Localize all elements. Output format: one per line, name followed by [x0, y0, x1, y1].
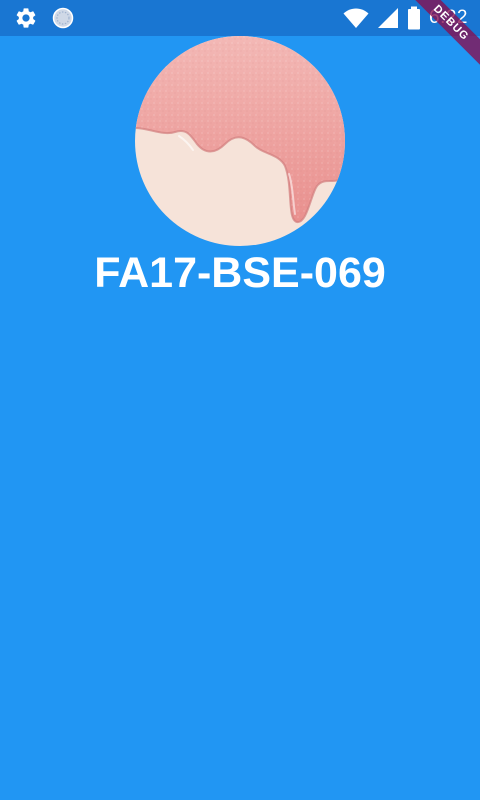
avatar-image [135, 36, 345, 246]
signal-icon [377, 7, 399, 29]
sync-indicator-icon [51, 6, 75, 30]
status-time: 6:22 [429, 7, 468, 28]
wifi-icon [343, 7, 369, 29]
status-bar-left [14, 6, 75, 30]
battery-icon [407, 6, 421, 30]
settings-gear-icon [14, 6, 38, 30]
profile-name: FA17-BSE-069 [94, 249, 386, 297]
avatar [135, 36, 345, 246]
status-bar: 6:22 [0, 0, 480, 36]
app-screen: 6:22 DEBUG FA17-BSE-069 [0, 0, 480, 800]
status-bar-right: 6:22 [343, 6, 468, 30]
